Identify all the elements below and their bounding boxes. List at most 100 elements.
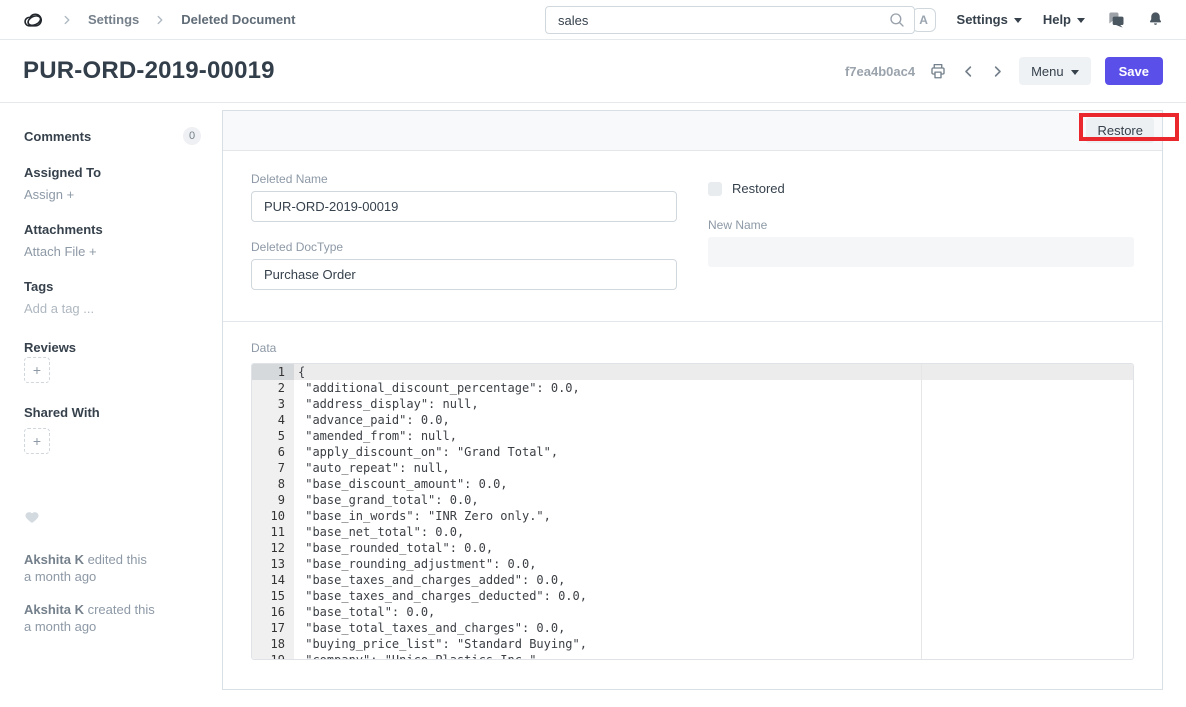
code-line-number: 6 bbox=[252, 444, 294, 460]
history-user[interactable]: Akshita K bbox=[24, 552, 84, 567]
code-line-number: 5 bbox=[252, 428, 294, 444]
add-tag-input[interactable]: Add a tag ... bbox=[24, 301, 201, 316]
menu-button-label: Menu bbox=[1031, 64, 1064, 79]
global-search bbox=[545, 6, 915, 34]
tags-label: Tags bbox=[24, 279, 201, 294]
code-line-number: 19 bbox=[252, 652, 294, 660]
comments-count-badge: 0 bbox=[183, 127, 201, 145]
code-line: "advance_paid": 0.0, bbox=[294, 412, 1133, 428]
code-line: "base_taxes_and_charges_deducted": 0.0, bbox=[294, 588, 1133, 604]
menu-button[interactable]: Menu bbox=[1019, 57, 1091, 85]
code-line-number: 7 bbox=[252, 460, 294, 476]
user-avatar[interactable]: A bbox=[912, 8, 936, 32]
reviews-label: Reviews bbox=[24, 340, 201, 355]
plus-icon: + bbox=[67, 187, 75, 202]
settings-dropdown-label: Settings bbox=[957, 12, 1008, 27]
form-section-main: Deleted Name Deleted DocType Restored Ne… bbox=[223, 151, 1162, 322]
assigned-to-label: Assigned To bbox=[24, 165, 201, 180]
data-label: Data bbox=[251, 341, 1134, 355]
restored-label: Restored bbox=[732, 181, 785, 196]
form-toolbar: Restore bbox=[223, 111, 1162, 151]
assign-button[interactable]: Assign + bbox=[24, 187, 201, 202]
code-line-number: 4 bbox=[252, 412, 294, 428]
form-section-data: Data 12345678910111213141516171819 { "ad… bbox=[223, 322, 1162, 660]
notifications-bell-icon[interactable] bbox=[1147, 11, 1164, 28]
chat-icon[interactable] bbox=[1106, 10, 1126, 30]
form-card: Restore Deleted Name Deleted DocType bbox=[222, 110, 1163, 690]
plus-icon: + bbox=[89, 244, 97, 259]
code-line: "company": "Unico Plastics Inc.", bbox=[294, 652, 1133, 660]
deleted-doctype-input[interactable] bbox=[251, 259, 677, 290]
prev-doc-icon[interactable] bbox=[961, 64, 976, 79]
code-line: "auto_repeat": null, bbox=[294, 460, 1133, 476]
sidebar-history: Akshita K edited thisa month agoAkshita … bbox=[24, 551, 201, 635]
page-title: PUR-ORD-2019-00019 bbox=[23, 57, 275, 85]
comments-label: Comments bbox=[24, 129, 91, 144]
form-sidebar: Comments 0 Assigned To Assign + Attachme… bbox=[0, 103, 222, 651]
add-share-button[interactable]: + bbox=[24, 428, 50, 454]
next-doc-icon[interactable] bbox=[990, 64, 1005, 79]
code-line-number: 10 bbox=[252, 508, 294, 524]
liked-by-heart-icon[interactable] bbox=[24, 509, 201, 530]
code-line-number: 16 bbox=[252, 604, 294, 620]
code-line: "base_net_total": 0.0, bbox=[294, 524, 1133, 540]
add-review-button[interactable]: + bbox=[24, 357, 50, 383]
breadcrumb-settings[interactable]: Settings bbox=[88, 12, 139, 27]
code-line: "amended_from": null, bbox=[294, 428, 1133, 444]
plus-icon: + bbox=[33, 362, 41, 378]
code-line-number: 11 bbox=[252, 524, 294, 540]
page-actions: f7ea4b0ac4 Menu Save bbox=[845, 57, 1163, 85]
code-line-number: 9 bbox=[252, 492, 294, 508]
plus-icon: + bbox=[33, 433, 41, 449]
chevron-right-icon bbox=[153, 13, 167, 27]
new-name-input bbox=[708, 237, 1134, 267]
sidebar-comments[interactable]: Comments 0 bbox=[24, 127, 201, 145]
code-line-number: 2 bbox=[252, 380, 294, 396]
code-line: "base_grand_total": 0.0, bbox=[294, 492, 1133, 508]
shared-with-label: Shared With bbox=[24, 405, 201, 420]
code-line: "base_in_words": "INR Zero only.", bbox=[294, 508, 1133, 524]
deleted-name-input[interactable] bbox=[251, 191, 677, 222]
code-line-number: 3 bbox=[252, 396, 294, 412]
settings-dropdown[interactable]: Settings bbox=[957, 12, 1022, 27]
app-logo-icon[interactable] bbox=[22, 8, 46, 32]
attachments-label: Attachments bbox=[24, 222, 201, 237]
data-code-editor[interactable]: 12345678910111213141516171819 { "additio… bbox=[251, 363, 1134, 660]
search-input[interactable] bbox=[545, 6, 915, 34]
code-lines: { "additional_discount_percentage": 0.0,… bbox=[294, 364, 1133, 659]
history-entry: Akshita K created thisa month ago bbox=[24, 601, 201, 635]
navbar-right: A Settings Help bbox=[912, 8, 1164, 32]
deleted-name-label: Deleted Name bbox=[251, 172, 677, 186]
code-line: "base_taxes_and_charges_added": 0.0, bbox=[294, 572, 1133, 588]
restored-checkbox bbox=[708, 182, 722, 196]
code-line-number: 8 bbox=[252, 476, 294, 492]
restore-button[interactable]: Restore bbox=[1086, 118, 1154, 143]
code-line: { bbox=[294, 364, 1133, 380]
restored-field: Restored bbox=[708, 181, 1134, 196]
navbar: Settings Deleted Document A Settings Hel… bbox=[0, 0, 1186, 40]
deleted-doctype-label: Deleted DocType bbox=[251, 240, 677, 254]
print-icon[interactable] bbox=[929, 62, 947, 80]
breadcrumb-deleted-document[interactable]: Deleted Document bbox=[181, 12, 295, 27]
chevron-right-icon bbox=[60, 13, 74, 27]
history-user[interactable]: Akshita K bbox=[24, 602, 84, 617]
page-head: PUR-ORD-2019-00019 f7ea4b0ac4 Menu Save bbox=[0, 40, 1186, 103]
code-line-number: 12 bbox=[252, 540, 294, 556]
print-margin-line bbox=[921, 364, 922, 659]
form-column-left: Deleted Name Deleted DocType bbox=[251, 172, 677, 321]
help-dropdown[interactable]: Help bbox=[1043, 12, 1085, 27]
code-line-number: 15 bbox=[252, 588, 294, 604]
new-name-label: New Name bbox=[708, 218, 1134, 232]
attach-file-button[interactable]: Attach File + bbox=[24, 244, 201, 259]
chevron-down-icon bbox=[1014, 18, 1022, 23]
code-line: "base_rounding_adjustment": 0.0, bbox=[294, 556, 1133, 572]
chevron-down-icon bbox=[1077, 18, 1085, 23]
code-line-number: 17 bbox=[252, 620, 294, 636]
content-area: Comments 0 Assigned To Assign + Attachme… bbox=[0, 103, 1186, 707]
code-line-number: 1 bbox=[252, 364, 294, 380]
doc-hash: f7ea4b0ac4 bbox=[845, 64, 915, 79]
chevron-down-icon bbox=[1071, 70, 1079, 75]
search-icon[interactable] bbox=[888, 11, 906, 34]
code-line-number: 13 bbox=[252, 556, 294, 572]
save-button[interactable]: Save bbox=[1105, 57, 1163, 85]
